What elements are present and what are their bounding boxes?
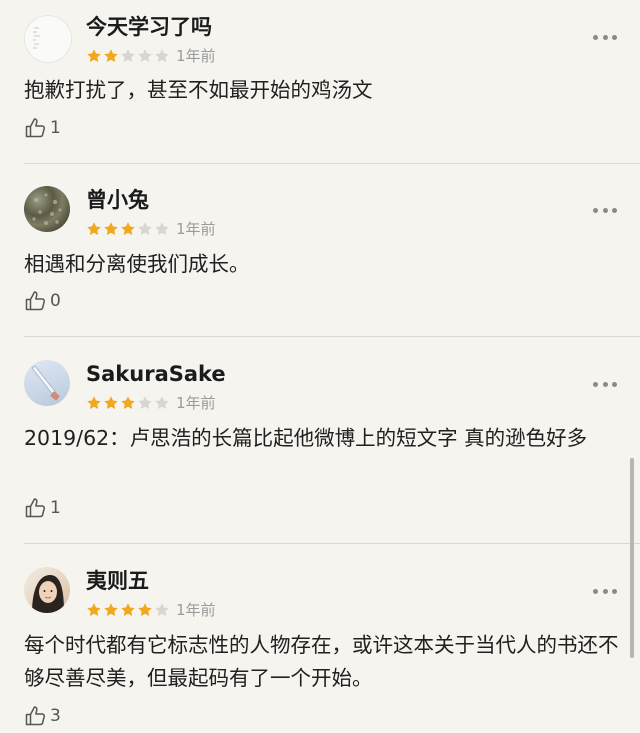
like-count: 1	[50, 118, 61, 138]
star-rating	[86, 48, 171, 64]
star-empty-icon	[138, 222, 152, 235]
star-empty-icon	[155, 396, 169, 409]
like-button[interactable]: 3	[24, 703, 61, 729]
username[interactable]: 夷则五	[86, 568, 149, 594]
like-count: 3	[50, 706, 61, 726]
username[interactable]: 今天学习了吗	[86, 14, 212, 40]
user-avatar[interactable]	[24, 567, 70, 613]
star-empty-icon	[155, 603, 169, 616]
review-time: 1年前	[176, 220, 216, 238]
divider	[24, 336, 640, 337]
star-filled-icon	[87, 222, 101, 235]
divider	[24, 163, 640, 164]
more-options-icon[interactable]	[593, 206, 617, 214]
star-rating	[86, 602, 171, 618]
more-options-icon[interactable]	[593, 587, 617, 595]
scrollbar[interactable]	[630, 458, 634, 658]
star-rating	[86, 221, 171, 237]
username[interactable]: SakuraSake	[86, 361, 226, 387]
star-empty-icon	[155, 222, 169, 235]
review-time: 1年前	[176, 601, 216, 619]
review-time: 1年前	[176, 394, 216, 412]
star-filled-icon	[104, 603, 118, 616]
more-options-icon[interactable]	[593, 380, 617, 388]
star-filled-icon	[121, 603, 135, 616]
star-filled-icon	[87, 396, 101, 409]
thumbs-up-icon	[25, 706, 46, 726]
like-count: 0	[50, 291, 61, 311]
user-avatar[interactable]	[24, 360, 70, 406]
like-button[interactable]: 0	[24, 288, 61, 314]
user-avatar[interactable]	[24, 186, 70, 232]
review-content: 抱歉打扰了，甚至不如最开始的鸡汤文	[24, 78, 373, 102]
star-filled-icon	[87, 49, 101, 62]
star-filled-icon	[87, 603, 101, 616]
like-count: 1	[50, 498, 61, 518]
review-content: 每个时代都有它标志性的人物存在，或许这本关于当代人的书还不够尽善尽美，但最起码有…	[24, 633, 619, 690]
star-filled-icon	[121, 396, 135, 409]
star-empty-icon	[138, 49, 152, 62]
thumbs-up-icon	[25, 498, 46, 518]
thumbs-up-icon	[25, 291, 46, 311]
star-filled-icon	[104, 222, 118, 235]
like-button[interactable]: 1	[24, 495, 61, 521]
divider	[24, 543, 640, 544]
star-filled-icon	[104, 396, 118, 409]
user-avatar[interactable]	[24, 15, 72, 63]
review-time: 1年前	[176, 47, 216, 65]
more-options-icon[interactable]	[593, 33, 617, 41]
star-empty-icon	[121, 49, 135, 62]
username[interactable]: 曾小兔	[86, 187, 149, 213]
star-empty-icon	[155, 49, 169, 62]
thumbs-up-icon	[25, 118, 46, 138]
star-filled-icon	[104, 49, 118, 62]
star-rating	[86, 395, 171, 411]
star-filled-icon	[138, 603, 152, 616]
star-filled-icon	[121, 222, 135, 235]
review-content: 2019/62：卢思浩的长篇比起他微博上的短文字 真的逊色好多	[24, 426, 588, 450]
star-empty-icon	[138, 396, 152, 409]
review-content: 相遇和分离使我们成长。	[24, 252, 250, 276]
like-button[interactable]: 1	[24, 115, 61, 141]
